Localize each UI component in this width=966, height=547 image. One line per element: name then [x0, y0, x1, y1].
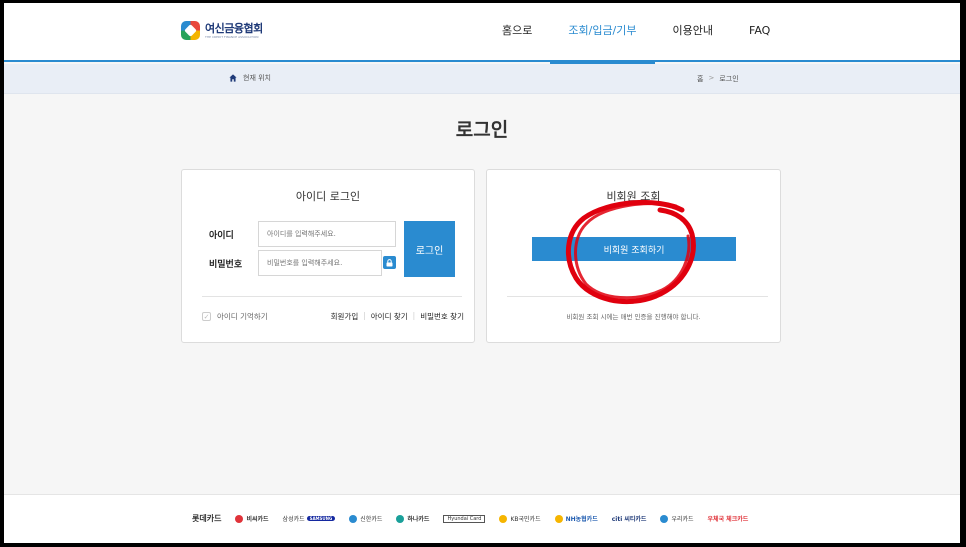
- card-logo-hyundai[interactable]: Hyundai Card: [443, 514, 486, 523]
- breadcrumb: 홈 > 로그인: [697, 74, 739, 84]
- site-header: 여신금융협회 THE CREDIT FINANCE ASSOCIATION 홈으…: [4, 3, 960, 64]
- divider: [202, 296, 462, 297]
- card-logo-post[interactable]: 우체국 체크카드: [708, 514, 749, 523]
- account-links: 회원가입 | 아이디 찾기 | 비밀번호 찾기: [331, 311, 464, 322]
- site-logo[interactable]: 여신금융협회 THE CREDIT FINANCE ASSOCIATION: [181, 21, 263, 40]
- guest-inquiry-panel: 비회원 조회 비회원 조회하기 비회원 조회 시에는 매번 인증을 진행해야 합…: [486, 169, 781, 343]
- guest-inquiry-button[interactable]: 비회원 조회하기: [532, 237, 736, 261]
- id-input[interactable]: [258, 221, 396, 247]
- main-navigation: 홈으로 조회/입금/기부 이용안내 FAQ: [484, 3, 788, 64]
- password-label: 비밀번호: [209, 260, 243, 270]
- card-logo-lotte[interactable]: 롯데카드: [192, 513, 221, 524]
- login-button[interactable]: 로그인: [404, 221, 455, 277]
- hana-logo-icon: [396, 514, 405, 523]
- card-logo-shinhan[interactable]: 신한카드: [349, 514, 382, 523]
- id-login-title: 아이디 로그인: [295, 190, 361, 203]
- id-label: 아이디: [209, 231, 234, 241]
- browser-viewport: 여신금융협회 THE CREDIT FINANCE ASSOCIATION 홈으…: [4, 3, 960, 543]
- nav-guide[interactable]: 이용안내: [655, 3, 731, 62]
- logo-name: 여신금융협회: [205, 22, 263, 35]
- nav-home[interactable]: 홈으로: [484, 3, 550, 62]
- breadcrumb-home[interactable]: 홈: [697, 74, 703, 84]
- nh-logo-icon: [554, 514, 563, 523]
- kb-logo-icon: [499, 514, 508, 523]
- divider: [507, 296, 768, 297]
- shinhan-logo-icon: [349, 514, 358, 523]
- nav-inquiry[interactable]: 조회/입금/기부: [550, 3, 655, 64]
- checkbox-icon[interactable]: ✓: [202, 312, 211, 321]
- page-title: 로그인: [455, 119, 509, 141]
- remember-id-label: 아이디 기억하기: [217, 312, 268, 321]
- remember-id-checkbox[interactable]: ✓ 아이디 기억하기: [202, 311, 268, 322]
- card-logo-hana[interactable]: 하나카드: [396, 514, 429, 523]
- card-company-logos: 롯데카드 비씨카드 삼성카드 SAMSUNG 신한카드 하나카드 Hyundai…: [192, 513, 762, 524]
- guest-inquiry-title: 비회원 조회: [606, 190, 661, 203]
- password-input[interactable]: [258, 250, 382, 276]
- link-separator: |: [412, 311, 416, 320]
- nav-faq[interactable]: FAQ: [731, 3, 788, 62]
- home-icon: [229, 74, 237, 82]
- breadcrumb-separator: >: [708, 74, 715, 82]
- card-logo-nh[interactable]: NH농협카드: [554, 514, 598, 523]
- breadcrumb-current: 로그인: [719, 75, 739, 83]
- logo-subtitle: THE CREDIT FINANCE ASSOCIATION: [205, 35, 259, 39]
- id-login-panel: 아이디 로그인 아이디 비밀번호 로그인 ✓ 아이디 기억하기 회원가입 | 아…: [181, 169, 475, 343]
- card-logo-woori[interactable]: 우리카드: [660, 514, 694, 523]
- find-password-link[interactable]: 비밀번호 찾기: [420, 311, 464, 322]
- lock-icon: [386, 258, 393, 266]
- logo-mark-icon: [181, 21, 200, 40]
- footer: 롯데카드 비씨카드 삼성카드 SAMSUNG 신한카드 하나카드 Hyundai…: [4, 494, 960, 543]
- card-logo-samsung[interactable]: 삼성카드 SAMSUNG: [283, 514, 336, 523]
- signup-link[interactable]: 회원가입: [331, 311, 359, 322]
- location-bar: 현재 위치 홈 > 로그인: [4, 64, 960, 94]
- virtual-keyboard-button[interactable]: [383, 256, 396, 269]
- card-logo-citi[interactable]: citi 씨티카드: [612, 514, 647, 523]
- link-separator: |: [363, 311, 366, 320]
- woori-logo-icon: [660, 514, 669, 523]
- bc-logo-icon: [235, 514, 244, 523]
- find-id-link[interactable]: 아이디 찾기: [371, 311, 408, 322]
- guest-inquiry-note: 비회원 조회 시에는 매번 인증을 진행해야 합니다.: [566, 313, 701, 321]
- card-logo-kb[interactable]: KB국민카드: [499, 514, 541, 523]
- card-logo-bc[interactable]: 비씨카드: [235, 514, 269, 523]
- location-label: 현재 위치: [243, 74, 271, 82]
